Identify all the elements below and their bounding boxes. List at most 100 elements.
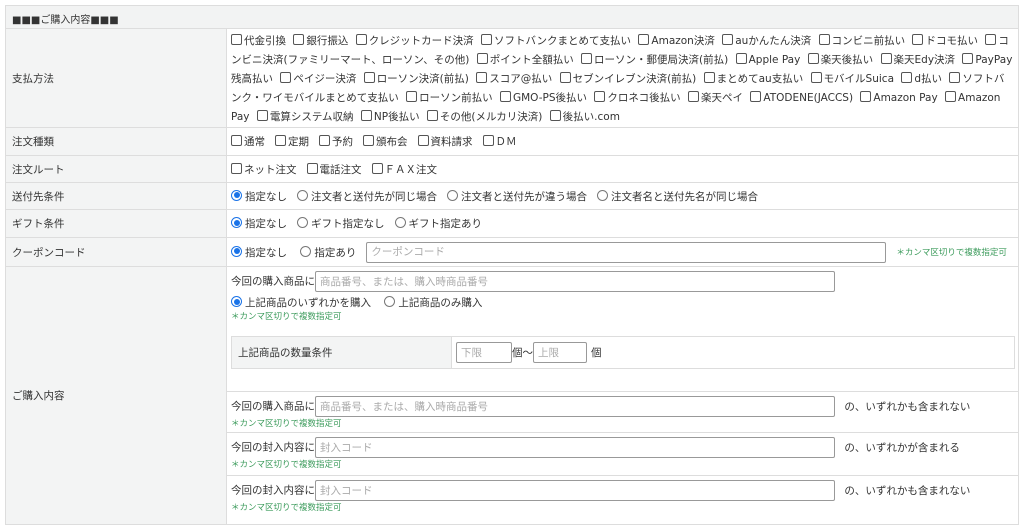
radio-button[interactable] [300, 245, 312, 257]
radio-button[interactable] [394, 217, 406, 228]
checkbox[interactable] [750, 91, 762, 102]
checkbox[interactable] [985, 34, 997, 45]
checkbox-option[interactable]: ドコモ払い [912, 34, 978, 47]
radio-option[interactable]: 指定なし [231, 216, 287, 231]
radio-option[interactable]: ギフト指定なし [297, 216, 385, 231]
qty-min-input[interactable] [456, 342, 512, 363]
checkbox-option[interactable]: 頒布会 [363, 134, 408, 149]
checkbox[interactable] [949, 72, 961, 83]
checkbox[interactable] [355, 34, 367, 45]
checkbox-option[interactable]: コンビニ前払い [818, 34, 905, 47]
checkbox-option[interactable]: ポイント全額払い [476, 53, 574, 66]
radio-button[interactable] [597, 189, 608, 201]
checkbox[interactable] [293, 34, 305, 45]
checkbox[interactable] [426, 110, 438, 121]
block3-enclosure-input[interactable] [315, 437, 835, 458]
checkbox[interactable] [371, 162, 383, 174]
checkbox-option[interactable]: ローソン・郵便局決済(前払) [581, 53, 728, 66]
checkbox-option[interactable]: ＤＭ [482, 134, 517, 149]
checkbox-option[interactable]: 楽天ペイ [688, 91, 743, 104]
checkbox[interactable] [962, 53, 974, 64]
radio-button[interactable] [297, 217, 308, 228]
checkbox-option[interactable]: ＦＡＸ注文 [371, 162, 437, 177]
checkbox-option[interactable]: ATODENE(JACCS) [750, 91, 853, 104]
checkbox[interactable] [481, 34, 493, 45]
checkbox-option[interactable]: その他(メルカリ決済) [426, 110, 542, 123]
checkbox-option[interactable]: auかんたん決済 [722, 34, 811, 47]
radio-option[interactable]: 指定あり [300, 245, 356, 259]
radio-button[interactable] [231, 217, 242, 228]
checkbox-option[interactable]: 後払い.com [549, 110, 620, 123]
checkbox-option[interactable]: 予約 [319, 134, 353, 149]
radio-option[interactable]: 注文者と送付先が違う場合 [447, 189, 587, 204]
checkbox[interactable] [275, 135, 286, 146]
checkbox-option[interactable]: Apple Pay [735, 53, 800, 66]
radio-option[interactable]: 注文者と送付先が同じ場合 [297, 189, 437, 204]
checkbox[interactable] [231, 135, 242, 146]
checkbox[interactable] [722, 34, 734, 45]
checkbox[interactable] [231, 34, 242, 45]
radio-option[interactable]: 上記商品のみ購入 [384, 296, 482, 309]
checkbox[interactable] [912, 34, 924, 45]
checkbox-option[interactable]: 資料請求 [417, 134, 473, 149]
checkbox-option[interactable]: モバイルSuica [810, 72, 894, 85]
coupon-code-input[interactable] [366, 241, 887, 263]
checkbox[interactable] [406, 91, 418, 102]
checkbox[interactable] [703, 72, 715, 83]
checkbox-option[interactable]: ソフトバンクまとめて支払い [481, 34, 631, 47]
checkbox[interactable] [581, 53, 593, 64]
radio-option[interactable]: 指定なし [231, 189, 287, 204]
radio-button[interactable] [231, 296, 242, 307]
checkbox[interactable] [594, 91, 606, 102]
checkbox-option[interactable]: 電話注文 [306, 162, 362, 177]
block2-product-input[interactable] [315, 396, 835, 417]
checkbox-option[interactable]: d払い [901, 72, 942, 85]
checkbox-option[interactable]: 通常 [231, 134, 265, 149]
checkbox-option[interactable]: まとめてau支払い [703, 72, 803, 85]
qty-max-input[interactable] [533, 342, 587, 363]
checkbox[interactable] [363, 72, 375, 83]
checkbox-option[interactable]: クロネコ後払い [594, 91, 681, 104]
block1-product-input[interactable] [315, 271, 835, 292]
checkbox[interactable] [499, 91, 511, 102]
checkbox[interactable] [549, 110, 561, 121]
radio-option[interactable]: 注文者名と送付先名が同じ場合 [597, 189, 758, 204]
checkbox[interactable] [945, 91, 957, 102]
checkbox[interactable] [231, 162, 242, 174]
checkbox[interactable] [306, 162, 318, 174]
checkbox[interactable] [319, 135, 330, 146]
radio-option[interactable]: ギフト指定あり [394, 216, 482, 231]
checkbox[interactable] [688, 91, 700, 102]
checkbox-option[interactable]: 定期 [275, 134, 309, 149]
checkbox[interactable] [360, 110, 372, 121]
radio-button[interactable] [447, 189, 458, 201]
checkbox[interactable] [880, 53, 892, 64]
checkbox-option[interactable]: クレジットカード決済 [355, 34, 474, 47]
checkbox[interactable] [735, 53, 747, 64]
checkbox-option[interactable]: 代金引換 [231, 34, 286, 47]
checkbox-option[interactable]: セブンイレブン決済(前払) [559, 72, 696, 85]
checkbox-option[interactable]: ペイジー決済 [280, 72, 356, 85]
block4-enclosure-input[interactable] [315, 480, 835, 501]
checkbox-option[interactable]: 電算システム収納 [256, 110, 354, 123]
checkbox-option[interactable]: ローソン決済(前払) [363, 72, 469, 85]
radio-button[interactable] [384, 296, 396, 307]
radio-button[interactable] [231, 189, 242, 201]
checkbox[interactable] [807, 53, 819, 64]
checkbox-option[interactable]: Amazon Pay [860, 91, 938, 104]
radio-option[interactable]: 指定なし [231, 245, 287, 259]
checkbox[interactable] [476, 72, 488, 83]
checkbox[interactable] [901, 72, 913, 83]
checkbox-option[interactable]: ローソン前払い [406, 91, 493, 104]
checkbox-option[interactable]: GMO-PS後払い [499, 91, 587, 104]
checkbox-option[interactable]: 楽天Edy決済 [880, 53, 955, 66]
checkbox-option[interactable]: Amazon決済 [638, 34, 715, 47]
radio-button[interactable] [231, 245, 242, 257]
checkbox[interactable] [482, 135, 494, 146]
checkbox[interactable] [256, 110, 268, 121]
checkbox[interactable] [559, 72, 571, 83]
checkbox-option[interactable]: スコア@払い [476, 72, 552, 85]
checkbox[interactable] [860, 91, 872, 102]
checkbox-option[interactable]: 銀行振込 [293, 34, 348, 47]
radio-option[interactable]: 上記商品のいずれかを購入 [231, 296, 371, 309]
